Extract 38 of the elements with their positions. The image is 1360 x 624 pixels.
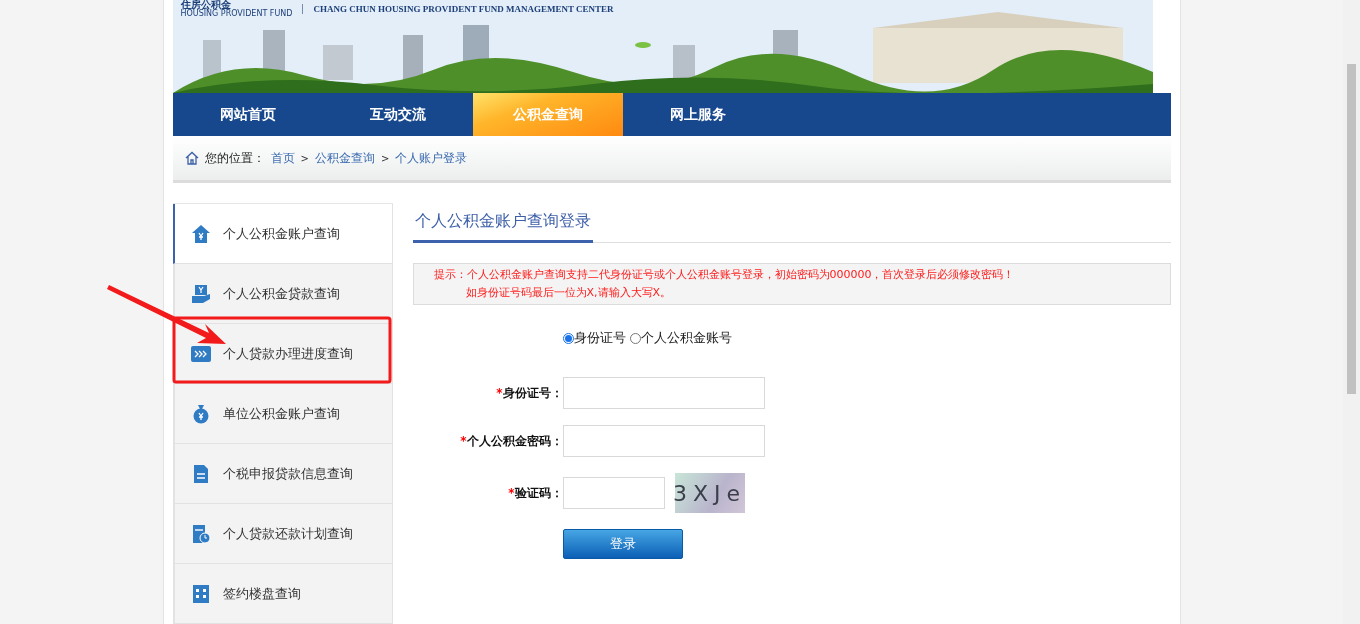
breadcrumb-separator: > [300, 152, 309, 164]
location-label: 您的位置： [204, 149, 265, 167]
sidebar-item[interactable]: 个人公积金账户查询 [172, 204, 393, 264]
building-icon [190, 583, 211, 604]
logo-subtitle: HOUSING PROVIDENT FUND [180, 10, 293, 18]
breadcrumb-link[interactable]: 首页 [270, 149, 295, 167]
sidebar-item[interactable]: 单位公积金账户查询 [172, 384, 393, 444]
notice-text: 如身份证号码最后一位为X,请输入大写X。 [464, 285, 673, 301]
breadcrumb-link[interactable]: 个人账户登录 [395, 149, 468, 167]
nav-tab[interactable]: 互动交流 [322, 93, 473, 136]
nav-tab[interactable]: 网站首页 [172, 93, 323, 136]
page-title: 个人公积金账户查询登录 [412, 211, 593, 243]
breadcrumb-separator: > [380, 152, 390, 164]
login-type-radio[interactable]: 身份证号 [562, 329, 626, 347]
home-icon [184, 151, 199, 165]
notice-text: 提示：个人公积金账户查询支持二代身份证号或个人公积金账号登录，初始密码为000000，首次登录后必须修改密码！ [433, 267, 1016, 283]
login-type-radio[interactable]: 个人公积金账号 [629, 329, 732, 347]
logo-text: 住房公积金 [180, 0, 231, 10]
house-icon [190, 223, 211, 244]
nav-tab[interactable]: 网上服务 [622, 93, 773, 136]
field-label: *身份证号： [495, 384, 563, 402]
captcha-field[interactable] [562, 477, 665, 509]
login-button[interactable]: 登录 [562, 529, 683, 559]
captcha-image[interactable]: 3XJe [674, 473, 745, 513]
sidebar-item[interactable]: 个人公积金贷款查询 [172, 264, 393, 324]
sidebar-item[interactable]: 个人贷款还款计划查询 [172, 504, 393, 564]
sidebar-item[interactable]: 个税申报贷款信息查询 [172, 444, 393, 504]
id-number-field[interactable] [562, 377, 765, 409]
password-field[interactable] [562, 425, 765, 457]
calendar-clock-icon [190, 523, 211, 544]
chevrons-icon [190, 343, 211, 364]
center-name: CHANG CHUN HOUSING PROVIDENT FUND MANAGEMENT CENTER [302, 4, 614, 14]
sidebar-item[interactable]: 签约楼盘查询 [172, 564, 393, 624]
sidebar-item[interactable]: 个人贷款办理进度查询 [172, 324, 393, 384]
field-label: *验证码： [507, 484, 563, 502]
breadcrumb-link[interactable]: 公积金查询 [314, 149, 375, 167]
hand-coin-icon [190, 283, 211, 304]
field-label: *个人公积金密码： [459, 432, 563, 450]
